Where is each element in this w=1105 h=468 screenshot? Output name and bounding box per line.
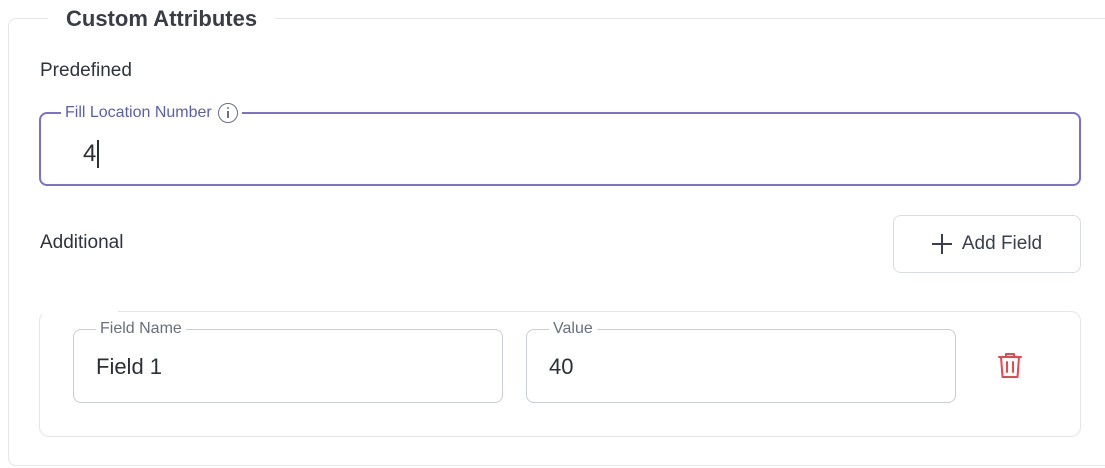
field-value-value: 40 <box>549 354 574 379</box>
fill-location-number-input[interactable]: Fill Location Number 4 <box>39 103 1081 186</box>
delete-field-button[interactable] <box>996 351 1024 381</box>
field-name-label: Field Name <box>96 319 186 339</box>
row-notch <box>42 303 118 317</box>
fill-location-number-value: 4 <box>83 140 100 168</box>
additional-label: Additional <box>40 232 124 253</box>
field-value-input[interactable]: Value 40 <box>526 319 956 403</box>
field-value-label: Value <box>549 319 597 339</box>
fill-location-number-label: Fill Location Number <box>61 103 242 123</box>
info-circle-icon[interactable] <box>217 103 238 123</box>
add-field-button-label: Add Field <box>961 233 1043 254</box>
custom-attributes-title: Custom Attributes <box>48 2 276 36</box>
field-name-input[interactable]: Field Name Field 1 <box>73 319 503 403</box>
fill-location-number-text: 4 <box>83 140 97 167</box>
predefined-label: Predefined <box>40 60 132 81</box>
trash-icon <box>998 353 1022 378</box>
add-field-button[interactable]: Add Field <box>893 215 1081 273</box>
field-name-value: Field 1 <box>96 354 163 379</box>
plus-icon <box>931 234 952 254</box>
text-caret <box>97 140 100 168</box>
fill-location-number-label-text: Fill Location Number <box>65 104 212 121</box>
